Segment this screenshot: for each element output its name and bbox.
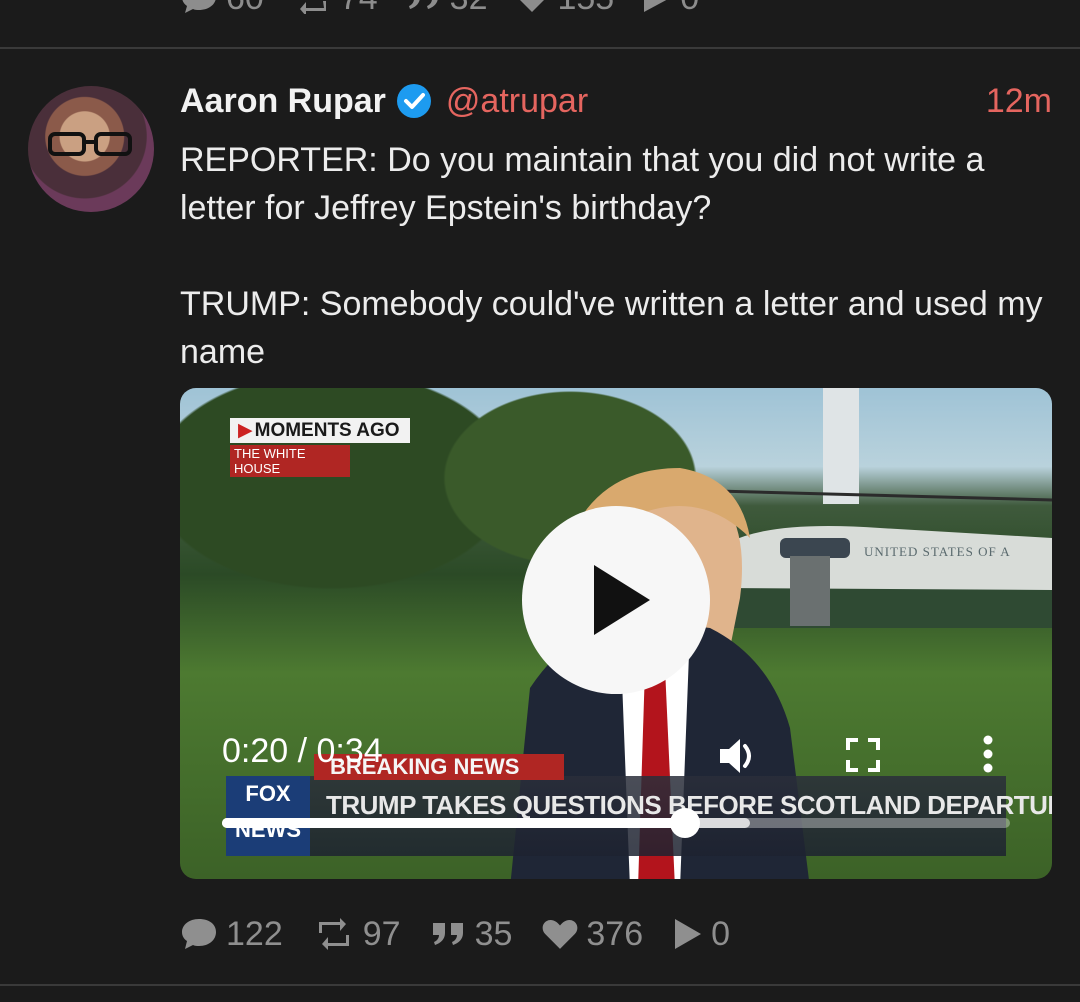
more-options-icon[interactable]: [980, 734, 996, 774]
play-count-value: 0: [711, 914, 731, 953]
boost-button[interactable]: 74: [292, 0, 378, 18]
speech-bubble-icon: [182, 919, 216, 949]
reply-button[interactable]: 60: [180, 0, 264, 18]
volume-icon[interactable]: [716, 734, 760, 778]
speech-bubble-icon: [182, 0, 216, 13]
retweet-icon: [318, 918, 349, 950]
like-button[interactable]: 376: [542, 915, 643, 954]
reply-button[interactable]: 122: [180, 915, 283, 954]
boost-count: 97: [362, 914, 401, 953]
quote-icon: [432, 923, 463, 945]
play-count: 0: [642, 0, 699, 18]
network-logo: FOX NEWS: [226, 776, 310, 856]
play-triangle-icon: [644, 0, 667, 12]
post-paragraph: TRUMP: Somebody could've written a lette…: [180, 285, 1043, 371]
play-triangle-icon: [675, 919, 702, 949]
previous-post-stats: 60 74 32 155 0: [180, 0, 699, 18]
location-label: THE WHITE HOUSE: [230, 445, 350, 477]
play-icon: [594, 565, 650, 635]
heart-icon: [543, 919, 578, 949]
author-handle[interactable]: @atrupar: [446, 82, 588, 121]
heart-icon: [520, 0, 545, 12]
retweet-icon: [299, 1, 326, 14]
verified-badge-icon: [396, 84, 431, 118]
post-paragraph: REPORTER: Do you maintain that you did n…: [180, 141, 985, 227]
author-name[interactable]: Aaron Rupar: [180, 82, 386, 121]
post-stats: 122 97 35 376 0: [180, 910, 760, 958]
quote-count: 35: [474, 914, 513, 953]
avatar-glasses-graphic: [48, 132, 132, 156]
post-text: REPORTER: Do you maintain that you did n…: [180, 136, 1060, 376]
played-bar: [222, 818, 686, 828]
boost-button[interactable]: 97: [313, 915, 401, 954]
news-bug: ▶ MOMENTS AGO THE WHITE HOUSE: [230, 418, 410, 477]
quote-button[interactable]: 35: [431, 914, 513, 954]
reply-count: 122: [226, 914, 283, 953]
post-header: Aaron Rupar @atrupar 12m: [180, 78, 1052, 124]
video-player[interactable]: UNITED STATES OF A ▶ MOMENTS AGO THE WHIT…: [180, 388, 1052, 879]
post-divider: [0, 984, 1080, 986]
quote-icon: [408, 0, 438, 9]
video-progress-bar[interactable]: [222, 808, 1010, 838]
quote-button[interactable]: 32: [406, 0, 487, 18]
post-divider: [0, 47, 1080, 49]
avatar[interactable]: [28, 86, 154, 212]
moments-ago-label: ▶ MOMENTS AGO: [230, 418, 410, 443]
post-timestamp[interactable]: 12m: [986, 82, 1052, 121]
play-count: 0: [673, 915, 730, 954]
like-button[interactable]: 155: [515, 0, 614, 18]
play-button[interactable]: [522, 506, 710, 694]
video-time: 0:20 / 0:34: [222, 732, 383, 770]
helicopter-text: UNITED STATES OF A: [864, 544, 1011, 559]
fullscreen-icon[interactable]: [846, 738, 880, 772]
like-count: 376: [586, 914, 644, 953]
